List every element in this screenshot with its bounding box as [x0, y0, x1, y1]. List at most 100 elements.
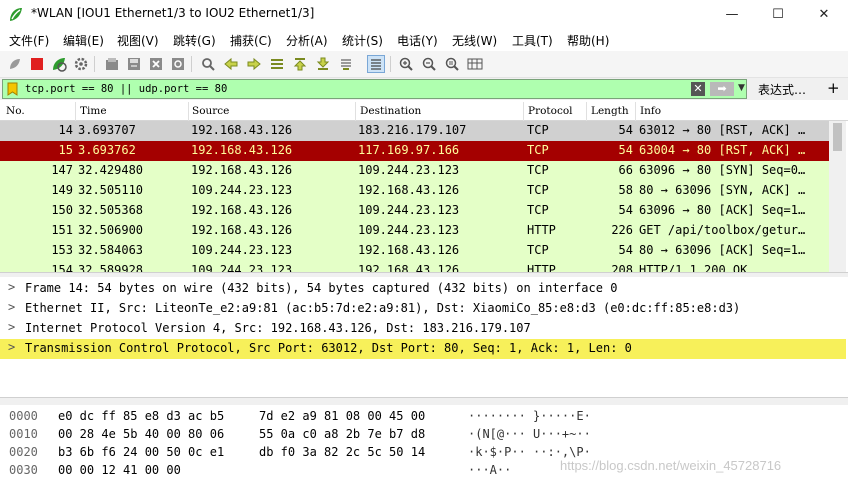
column-info[interactable]: Info [640, 105, 661, 117]
packet-list-scrollbar[interactable] [829, 121, 846, 272]
packet-destination: 183.216.179.107 [358, 123, 467, 137]
packet-source: 192.168.43.126 [191, 163, 293, 177]
go-to-packet-icon[interactable] [268, 55, 286, 73]
colorize-packet-list-icon[interactable] [367, 55, 385, 73]
column-no[interactable]: No. [6, 105, 25, 117]
hex-bytes: db f0 3a 82 2c 5c 50 14 [259, 445, 426, 459]
packet-row[interactable]: 14 3.693707 192.168.43.126 183.216.179.107 T… [0, 121, 829, 141]
save-file-icon[interactable] [125, 55, 143, 73]
packet-info: 63096 → 80 [ACK] Seq=1… [639, 203, 806, 217]
go-back-icon[interactable] [222, 55, 240, 73]
go-forward-icon[interactable] [245, 55, 263, 73]
menu-capture[interactable]: 捕获(C) [230, 32, 272, 49]
packet-protocol: TCP [527, 183, 549, 197]
hex-bytes: 00 00 12 41 00 00 [58, 463, 181, 477]
detail-tree-item[interactable]: > Internet Protocol Version 4, Src: 192.1… [0, 319, 846, 339]
byte-offset: 0030 [9, 463, 38, 477]
menu-file[interactable]: 文件(F) [9, 32, 49, 49]
column-time[interactable]: Time [80, 105, 107, 117]
go-first-packet-icon[interactable] [291, 55, 309, 73]
expand-arrow-icon[interactable]: > [8, 280, 15, 294]
detail-tree-item[interactable]: > Ethernet II, Src: LiteonTe_e2:a9:81 (ac… [0, 299, 846, 319]
zoom-in-icon[interactable] [397, 55, 415, 73]
expand-arrow-icon[interactable]: > [8, 340, 15, 354]
hex-bytes: 55 0a c0 a8 2b 7e b7 d8 [259, 427, 426, 441]
add-filter-button[interactable]: + [827, 79, 840, 97]
menu-analyze[interactable]: 分析(A) [286, 32, 328, 49]
menu-tools[interactable]: 工具(T) [512, 32, 553, 49]
packet-row[interactable]: 147 32.429480 192.168.43.126 109.244.23.123… [0, 161, 829, 181]
detail-text: Ethernet II, Src: LiteonTe_e2:a9:81 (ac:… [25, 301, 741, 315]
hex-bytes: b3 6b f6 24 00 50 0c e1 [58, 445, 225, 459]
scrollbar-thumb[interactable] [833, 123, 842, 151]
display-filter-input[interactable]: tcp.port == 80 || udp.port == 80 ✕ ➡ ▼ [2, 79, 747, 99]
packet-source: 192.168.43.126 [191, 223, 293, 237]
packet-row[interactable]: 153 32.584063 109.244.23.123 192.168.43.126… [0, 241, 829, 261]
close-button[interactable]: ✕ [801, 0, 847, 28]
detail-tree-item[interactable]: > Transmission Control Protocol, Src Port… [0, 339, 846, 359]
packet-length: 54 [618, 203, 633, 217]
apply-filter-icon[interactable]: ➡ [710, 82, 734, 96]
column-destination[interactable]: Destination [360, 105, 421, 117]
normal-size-icon[interactable] [443, 55, 461, 73]
auto-scroll-icon[interactable] [337, 55, 355, 73]
packet-row[interactable]: 154 32.589928 109.244.23.123 192.168.43.126… [0, 261, 829, 272]
zoom-out-icon[interactable] [420, 55, 438, 73]
filter-history-dropdown-icon[interactable]: ▼ [738, 83, 745, 93]
packet-row[interactable]: 151 32.506900 192.168.43.126 109.244.23.123… [0, 221, 829, 241]
menu-bar: 文件(F) 编辑(E) 视图(V) 跳转(G) 捕获(C) 分析(A) 统计(S… [0, 30, 848, 51]
restart-capture-icon[interactable] [50, 55, 68, 73]
bookmark-icon[interactable] [7, 82, 18, 96]
maximize-button[interactable]: ☐ [755, 0, 801, 28]
packet-destination: 109.244.23.123 [358, 163, 460, 177]
main-toolbar [0, 51, 848, 78]
hex-bytes: e0 dc ff 85 e8 d3 ac b5 [58, 409, 225, 423]
go-last-packet-icon[interactable] [314, 55, 332, 73]
pane-splitter[interactable] [0, 397, 848, 405]
reload-file-icon[interactable] [169, 55, 187, 73]
packet-row[interactable]: 149 32.505110 109.244.23.123 192.168.43.126… [0, 181, 829, 201]
packet-info: 80 → 63096 [SYN, ACK] … [639, 183, 806, 197]
expand-arrow-icon[interactable]: > [8, 300, 15, 314]
packet-destination: 192.168.43.126 [358, 263, 460, 272]
find-packet-icon[interactable] [199, 55, 217, 73]
packet-info: 63096 → 80 [SYN] Seq=0… [639, 163, 806, 177]
packet-row[interactable]: 15 3.693762 192.168.43.126 117.169.97.166 TC… [0, 141, 829, 161]
open-file-icon[interactable] [103, 55, 121, 73]
packet-info: HTTP/1.1 200 OK [639, 263, 748, 272]
byte-offset: 0000 [9, 409, 38, 423]
packet-protocol: TCP [527, 203, 549, 217]
byte-offset: 0010 [9, 427, 38, 441]
packet-details: > Frame 14: 54 bytes on wire (432 bits), … [0, 277, 848, 397]
menu-statistics[interactable]: 统计(S) [342, 32, 383, 49]
packet-length: 66 [618, 163, 633, 177]
expression-button[interactable]: 表达式… [758, 81, 806, 98]
menu-help[interactable]: 帮助(H) [567, 32, 609, 49]
clear-filter-icon[interactable]: ✕ [691, 82, 705, 96]
column-length[interactable]: Length [591, 105, 629, 117]
hex-bytes: 7d e2 a9 81 08 00 45 00 [259, 409, 426, 423]
column-protocol[interactable]: Protocol [528, 105, 573, 117]
minimize-button[interactable]: — [709, 0, 755, 28]
column-source[interactable]: Source [192, 105, 229, 117]
stop-capture-icon[interactable] [28, 55, 46, 73]
menu-go[interactable]: 跳转(G) [173, 32, 216, 49]
packet-destination: 117.169.97.166 [358, 143, 460, 157]
bytes-row[interactable]: 0000 e0 dc ff 85 e8 d3 ac b5 7d e2 a9 81 0… [0, 407, 848, 427]
menu-telephony[interactable]: 电话(Y) [397, 32, 438, 49]
packet-time: 32.429480 [78, 163, 144, 177]
menu-edit[interactable]: 编辑(E) [63, 32, 104, 49]
menu-view[interactable]: 视图(V) [117, 32, 159, 49]
packet-length: 208 [611, 263, 633, 272]
byte-offset: 0020 [9, 445, 38, 459]
packet-row[interactable]: 150 32.505368 192.168.43.126 109.244.23.123… [0, 201, 829, 221]
start-capture-icon[interactable] [6, 55, 24, 73]
expand-arrow-icon[interactable]: > [8, 320, 15, 334]
bytes-row[interactable]: 0010 00 28 4e 5b 40 00 80 06 55 0a c0 a8 2… [0, 425, 848, 445]
resize-columns-icon[interactable] [466, 55, 484, 73]
capture-options-icon[interactable] [72, 55, 90, 73]
packet-list: 14 3.693707 192.168.43.126 183.216.179.107 T… [0, 121, 829, 272]
detail-tree-item[interactable]: > Frame 14: 54 bytes on wire (432 bits), … [0, 279, 846, 299]
menu-wireless[interactable]: 无线(W) [452, 32, 497, 49]
close-file-icon[interactable] [147, 55, 165, 73]
